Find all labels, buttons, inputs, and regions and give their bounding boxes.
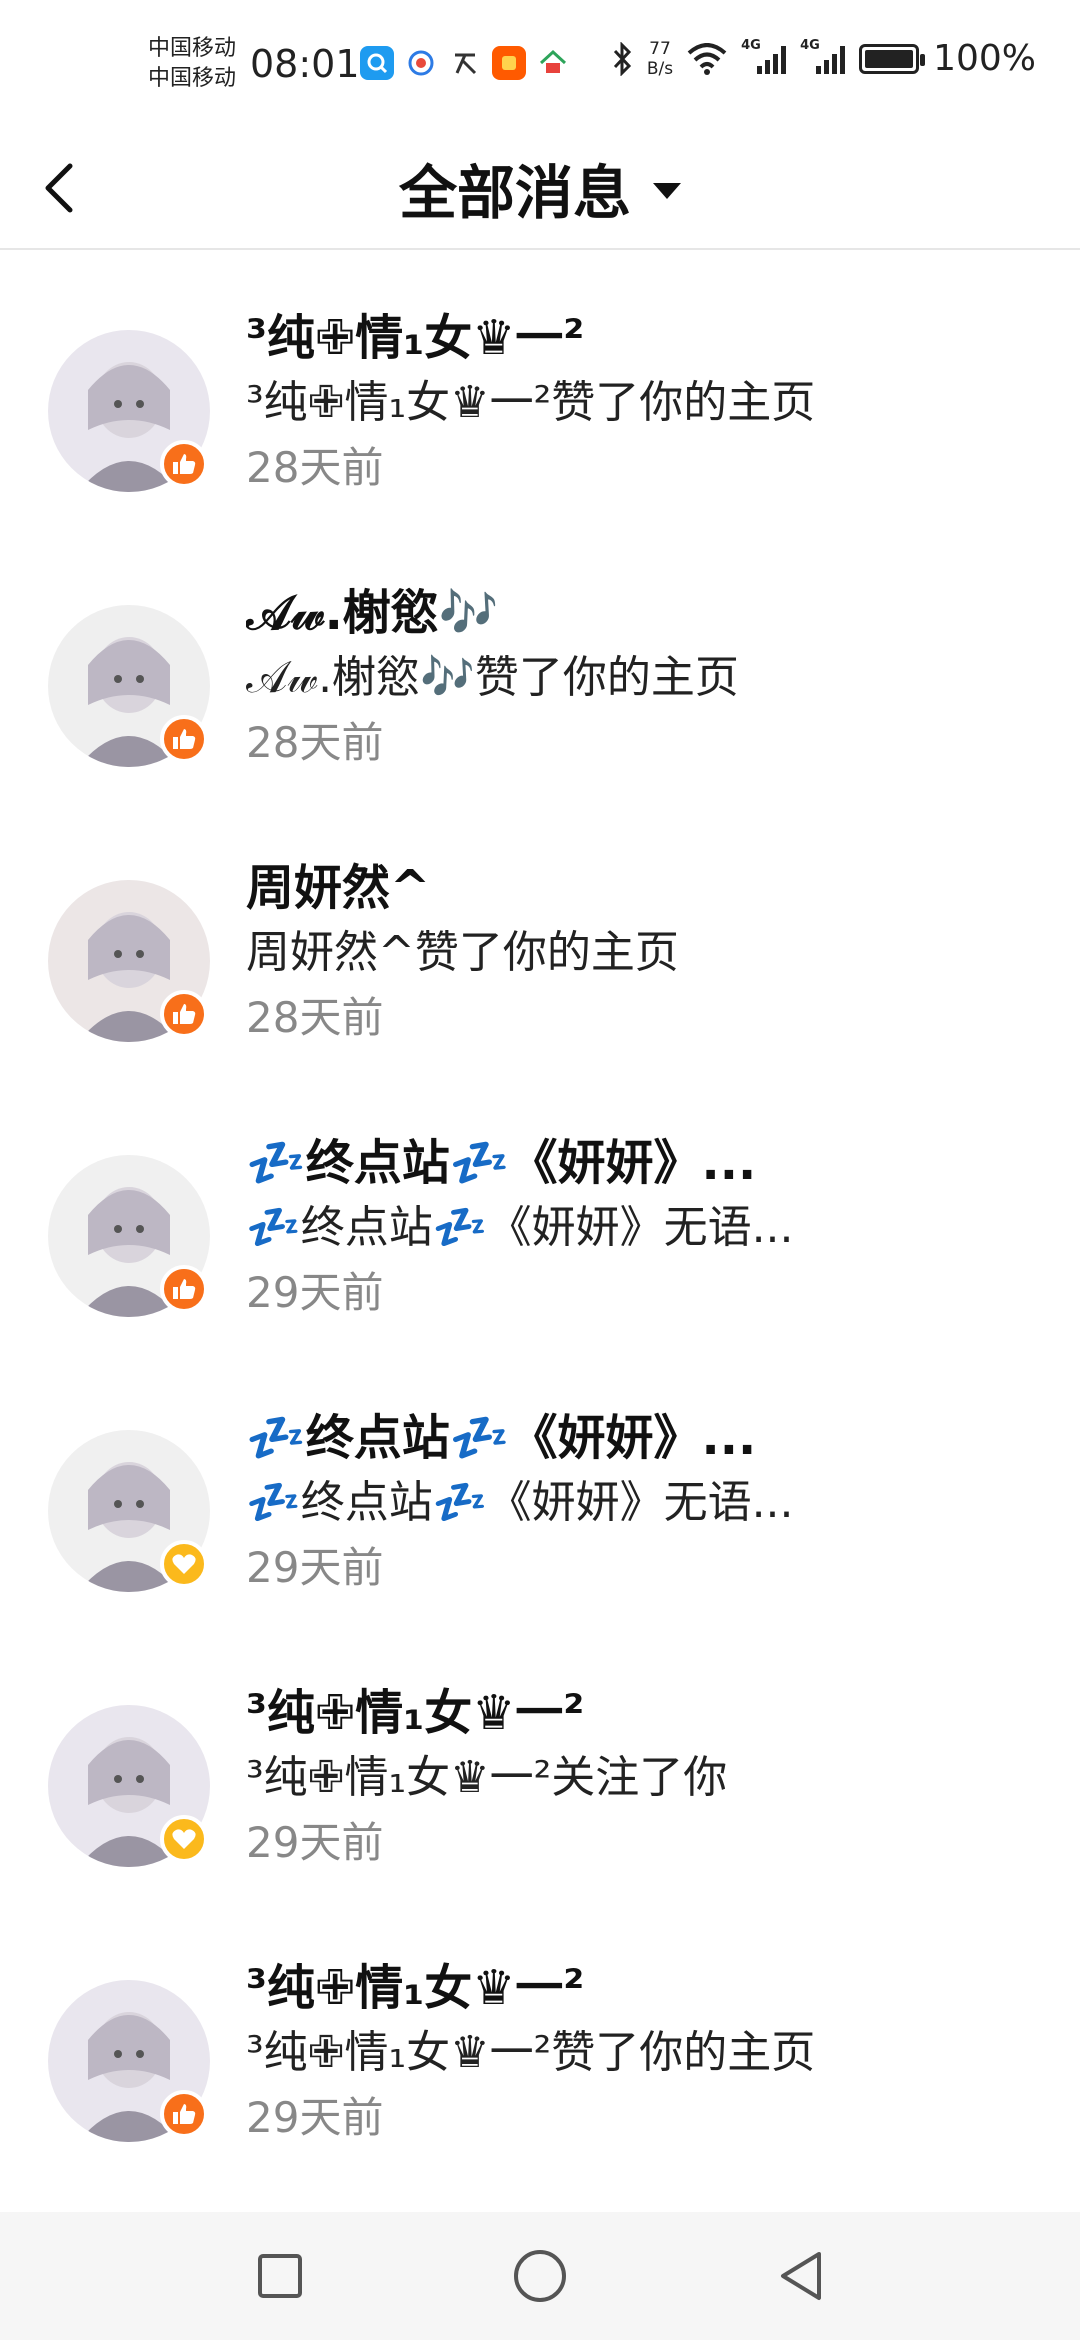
sender-name[interactable]: ³纯✙情₁女♛一²: [246, 306, 1046, 370]
message-time: 28天前: [246, 718, 384, 767]
thumbs-up-icon: [173, 1004, 196, 1024]
battery-icon: [859, 43, 926, 74]
like-badge: [160, 1265, 208, 1313]
message-action: ³纯✙情₁女♛一²赞了你的主页: [246, 377, 816, 428]
like-badge: [160, 990, 208, 1038]
like-badge: [160, 715, 208, 763]
message-text: 💤终点站💤《妍妍》... 💤终点站💤《妍妍》无语... 29天前: [246, 1406, 1046, 1600]
heart-badge: [160, 1815, 208, 1863]
message-row[interactable]: 周妍然^ 周妍然^赞了你的主页 28天前: [0, 802, 1080, 1077]
battery-percent: 100%: [933, 38, 1036, 79]
message-action: ³纯✙情₁女♛一²赞了你的主页: [246, 2027, 816, 2078]
message-action: 💤终点站💤《妍妍》无语...: [246, 1202, 794, 1253]
carrier-1: 中国移动: [148, 36, 237, 61]
thumbs-up-icon: [173, 454, 196, 474]
message-text: 周妍然^ 周妍然^赞了你的主页 28天前: [246, 856, 1046, 1050]
network-speed: 77 B/s: [646, 38, 674, 79]
heart-icon: [172, 1829, 196, 1849]
message-time: 29天前: [246, 1543, 384, 1592]
message-action: 𝒜𝓌.榭慾🎶赞了你的主页: [246, 652, 739, 703]
message-time: 29天前: [246, 1268, 384, 1317]
message-list: ³纯✙情₁女♛一² ³纯✙情₁女♛一²赞了你的主页 28天前 𝒜𝓌.榭慾🎶 𝒜𝓌.榭慾🎶…: [0, 252, 1080, 2177]
nav-back-button[interactable]: [760, 2236, 840, 2316]
message-text: 💤终点站💤《妍妍》... 💤终点站💤《妍妍》无语... 29天前: [246, 1131, 1046, 1325]
like-badge: [160, 2090, 208, 2138]
message-text: ³纯✙情₁女♛一² ³纯✙情₁女♛一²赞了你的主页 28天前: [246, 306, 1046, 500]
carrier-2: 中国移动: [148, 66, 237, 91]
signal-icon-2: 4G: [800, 38, 846, 74]
page-title: 全部消息: [398, 159, 631, 227]
sender-name[interactable]: ³纯✙情₁女♛一²: [246, 1681, 1046, 1745]
message-row[interactable]: 💤终点站💤《妍妍》... 💤终点站💤《妍妍》无语... 29天前: [0, 1077, 1080, 1352]
notification-icons: [360, 46, 570, 80]
top-app-bar: 全部消息: [0, 130, 1080, 250]
thumbs-up-icon: [173, 729, 196, 749]
sender-name[interactable]: 💤终点站💤《妍妍》...: [246, 1406, 1046, 1470]
sender-name[interactable]: ³纯✙情₁女♛一²: [246, 1956, 1046, 2020]
home-circle-icon: [514, 2250, 566, 2302]
heart-badge: [160, 1540, 208, 1588]
recents-button[interactable]: [240, 2236, 320, 2316]
message-row[interactable]: ³纯✙情₁女♛一² ³纯✙情₁女♛一²关注了你 29天前: [0, 1627, 1080, 1902]
message-time: 29天前: [246, 1818, 384, 1867]
home-button[interactable]: [500, 2236, 580, 2316]
caret-down-icon: [653, 183, 681, 199]
message-action: 周妍然^赞了你的主页: [246, 927, 679, 978]
message-row[interactable]: 𝒜𝓌.榭慾🎶 𝒜𝓌.榭慾🎶赞了你的主页 28天前: [0, 527, 1080, 802]
signal-icon-1: 4G: [741, 38, 787, 74]
message-text: ³纯✙情₁女♛一² ³纯✙情₁女♛一²关注了你 29天前: [246, 1681, 1046, 1875]
message-row[interactable]: 💤终点站💤《妍妍》... 💤终点站💤《妍妍》无语... 29天前: [0, 1352, 1080, 1627]
like-badge: [160, 440, 208, 488]
gallery-icon: [404, 46, 438, 80]
heart-icon: [172, 1554, 196, 1574]
home-app-icon: [536, 46, 570, 80]
message-time: 29天前: [246, 2093, 384, 2142]
taobao-icon: [492, 46, 526, 80]
wifi-icon: [687, 42, 727, 75]
message-text: ³纯✙情₁女♛一² ³纯✙情₁女♛一²赞了你的主页 29天前: [246, 1956, 1046, 2150]
message-filter-dropdown[interactable]: 全部消息: [0, 148, 1080, 228]
bluetooth-icon: [613, 41, 631, 76]
sender-name[interactable]: 💤终点站💤《妍妍》...: [246, 1131, 1046, 1195]
sender-name[interactable]: 周妍然^: [246, 856, 1046, 920]
qq-browser-icon: [360, 46, 394, 80]
thumbs-up-icon: [173, 2104, 196, 2124]
message-time: 28天前: [246, 443, 384, 492]
carrier-labels: 中国移动 中国移动: [148, 34, 236, 94]
message-action: 💤终点站💤《妍妍》无语...: [246, 1477, 794, 1528]
system-nav-bar: [0, 2212, 1080, 2340]
message-row[interactable]: ³纯✙情₁女♛一² ³纯✙情₁女♛一²赞了你的主页 28天前: [0, 252, 1080, 527]
back-triangle-icon: [781, 2252, 821, 2300]
recents-square-icon: [258, 2254, 302, 2298]
system-indicators: 77 B/s 4G 4G 100%: [611, 38, 1036, 79]
status-bar: 中国移动 中国移动 08:01 77 B/s 4G 4G 100%: [0, 0, 1080, 130]
status-clock: 08:01: [250, 42, 360, 86]
sender-name[interactable]: 𝒜𝓌.榭慾🎶: [246, 581, 1046, 645]
message-time: 28天前: [246, 993, 384, 1042]
translate-icon: [448, 46, 482, 80]
message-row[interactable]: ³纯✙情₁女♛一² ³纯✙情₁女♛一²赞了你的主页 29天前: [0, 1902, 1080, 2177]
message-action: ³纯✙情₁女♛一²关注了你: [246, 1752, 728, 1803]
thumbs-up-icon: [173, 1279, 196, 1299]
message-text: 𝒜𝓌.榭慾🎶 𝒜𝓌.榭慾🎶赞了你的主页 28天前: [246, 581, 1046, 775]
